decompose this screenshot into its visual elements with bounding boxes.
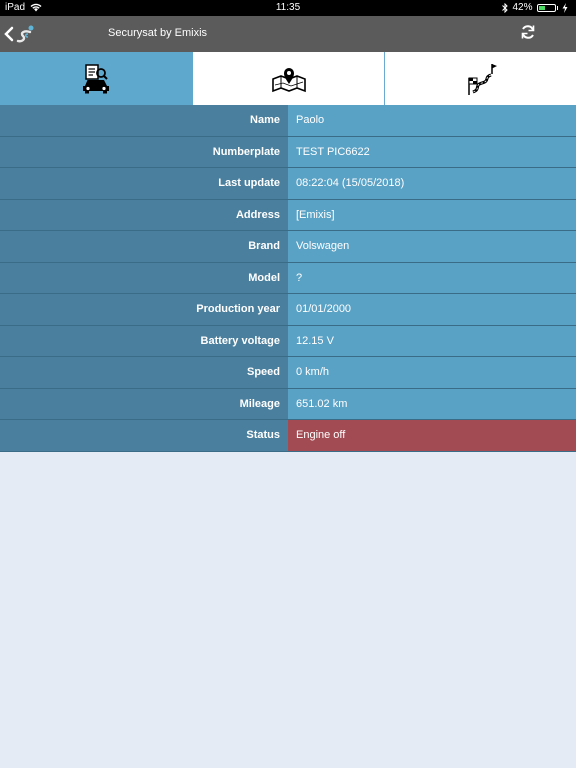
detail-row-address: Address [Emixis] bbox=[0, 199, 576, 231]
row-value: 651.02 km bbox=[288, 388, 576, 419]
battery-icon bbox=[536, 3, 556, 12]
row-value: 01/01/2000 bbox=[288, 294, 576, 325]
page-title: Securysat by Emixis bbox=[108, 27, 208, 39]
vehicle-details-table: Name Paolo Numberplate TEST PIC6622 Last… bbox=[0, 105, 576, 452]
car-document-icon bbox=[82, 63, 109, 93]
row-label: Last update bbox=[0, 168, 288, 199]
row-label: Status bbox=[0, 420, 288, 451]
row-value: [Emixis] bbox=[288, 199, 576, 230]
row-label: Name bbox=[0, 105, 288, 136]
detail-row-model: Model ? bbox=[0, 262, 576, 294]
detail-row-production-year: Production year 01/01/2000 bbox=[0, 294, 576, 326]
detail-row-battery-voltage: Battery voltage 12.15 V bbox=[0, 325, 576, 357]
row-value: TEST PIC6622 bbox=[288, 136, 576, 167]
battery-percent: 42% bbox=[512, 2, 533, 13]
map-pin-icon bbox=[271, 67, 306, 92]
status-badge: Engine off bbox=[288, 420, 576, 451]
row-label: Production year bbox=[0, 294, 288, 325]
detail-row-name: Name Paolo bbox=[0, 105, 576, 137]
status-bar: iPad 11:35 42% bbox=[0, 0, 576, 16]
detail-row-last-update: Last update 08:22:04 (15/05/2018) bbox=[0, 168, 576, 200]
row-label: Numberplate bbox=[0, 136, 288, 167]
row-label: Address bbox=[0, 199, 288, 230]
row-label: Battery voltage bbox=[0, 325, 288, 356]
nav-bar: Securysat by Emixis bbox=[0, 16, 576, 52]
row-value: 12.15 V bbox=[288, 325, 576, 356]
detail-row-numberplate: Numberplate TEST PIC6622 bbox=[0, 136, 576, 168]
detail-row-mileage: Mileage 651.02 km bbox=[0, 388, 576, 420]
route-flag-icon bbox=[467, 63, 497, 95]
charging-icon bbox=[562, 2, 568, 13]
row-label: Mileage bbox=[0, 388, 288, 419]
row-label: Speed bbox=[0, 357, 288, 388]
row-value: Paolo bbox=[288, 105, 576, 136]
detail-row-brand: Brand Volswagen bbox=[0, 231, 576, 263]
tab-route[interactable] bbox=[385, 52, 576, 105]
row-label: Brand bbox=[0, 231, 288, 262]
row-value: 0 km/h bbox=[288, 357, 576, 388]
tab-map[interactable] bbox=[193, 52, 385, 105]
battery-tip bbox=[556, 5, 558, 10]
tab-vehicle-info[interactable] bbox=[0, 52, 193, 105]
row-label: Model bbox=[0, 262, 288, 293]
row-value: ? bbox=[288, 262, 576, 293]
detail-row-speed: Speed 0 km/h bbox=[0, 357, 576, 389]
row-value: Volswagen bbox=[288, 231, 576, 262]
bluetooth-icon bbox=[502, 2, 509, 13]
detail-row-status: Status Engine off bbox=[0, 420, 576, 452]
tab-bar bbox=[0, 52, 576, 106]
clock: 11:35 bbox=[275, 2, 301, 13]
app-logo-icon[interactable] bbox=[16, 23, 38, 45]
refresh-icon[interactable] bbox=[520, 24, 536, 40]
row-value: 08:22:04 (15/05/2018) bbox=[288, 168, 576, 199]
